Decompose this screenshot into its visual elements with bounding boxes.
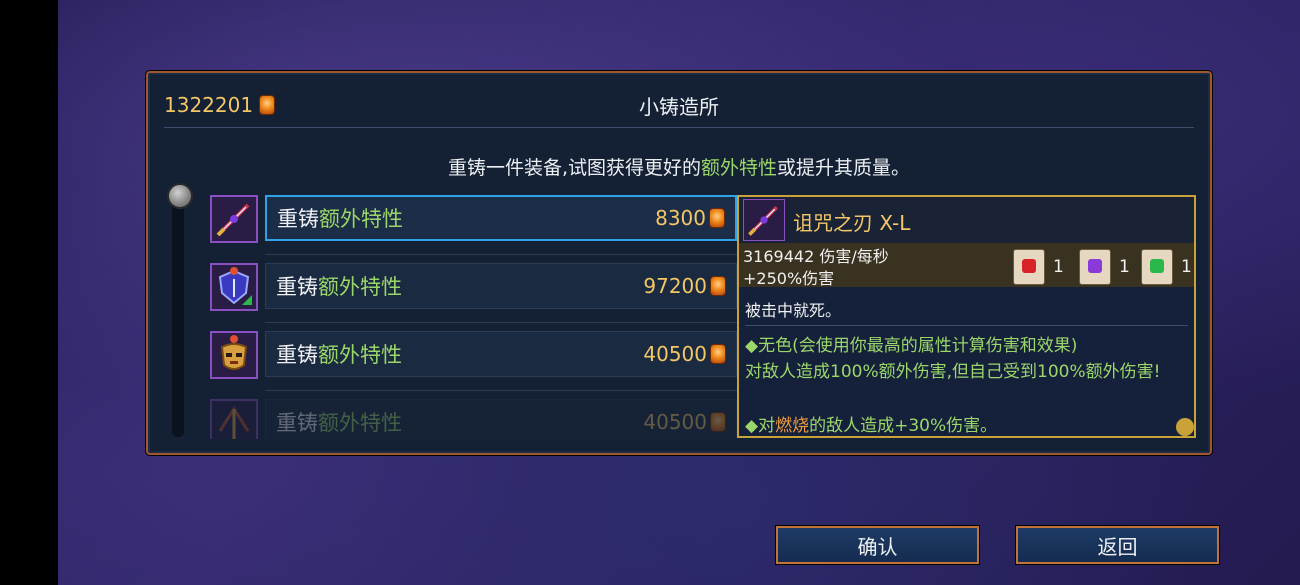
shield-icon <box>210 263 258 311</box>
item-dps: 3169442 伤害/每秒 <box>743 247 889 266</box>
affix-line: ◆无色(会使用你最高的属性计算伤害和效果) <box>745 336 1078 356</box>
affix-line: 对敌人造成100%额外伤害,但自己受到100%额外伤害! <box>745 362 1161 382</box>
description: 重铸一件装备,试图获得更好的额外特性或提升其质量。 <box>447 157 911 179</box>
reforge-row[interactable]: 重铸额外特性 40500 <box>210 329 740 385</box>
title-divider <box>164 127 1194 128</box>
letterbox-bar <box>0 0 58 585</box>
confirm-button[interactable]: 确认 <box>775 525 980 565</box>
tooltip-corner-ornament <box>1176 418 1194 436</box>
brutality-scroll-icon <box>1013 249 1045 285</box>
reforge-button[interactable]: 重铸额外特性 97200 <box>265 263 737 309</box>
row-label: 重铸额外特性 <box>276 343 402 367</box>
back-button[interactable]: 返回 <box>1015 525 1220 565</box>
reforge-button-selected[interactable]: 重铸额外特性 8300 <box>265 195 737 241</box>
tooltip-header: 诅咒之刃 X-L <box>739 197 1194 243</box>
row-cost: 40500 <box>643 342 726 366</box>
cursed-sword-icon <box>743 199 785 241</box>
tooltip-divider <box>745 325 1188 326</box>
tactics-scroll: 1 <box>1079 249 1130 285</box>
survival-scroll: 1 <box>1141 249 1192 285</box>
crossbow-icon <box>210 399 258 439</box>
affix-line: ◆对燃烧的敌人造成+30%伤害。 <box>745 416 998 436</box>
cursed-sword-icon <box>210 195 258 243</box>
reforge-list: 重铸额外特性 8300 重铸额外特性 97200 重铸额外特性 40500 重铸… <box>210 193 740 439</box>
row-cost: 8300 <box>655 206 725 230</box>
row-cost: 40500 <box>643 410 726 434</box>
panel-title: 小铸造所 <box>639 95 719 119</box>
cell-icon <box>709 208 725 228</box>
item-tooltip: 诅咒之刃 X-L 3169442 伤害/每秒 +250%伤害 1 1 1 被击中… <box>737 195 1196 438</box>
row-label: 重铸额外特性 <box>276 411 402 435</box>
row-divider <box>265 254 737 255</box>
row-label: 重铸额外特性 <box>277 207 403 231</box>
mask-icon <box>210 331 258 379</box>
cell-icon <box>710 276 726 296</box>
item-effect: 被击中就死。 <box>745 301 842 320</box>
row-divider <box>265 390 737 391</box>
cell-icon <box>710 412 726 432</box>
reforge-row[interactable]: 重铸额外特性 8300 <box>210 193 740 249</box>
cell-icon <box>710 344 726 364</box>
item-name: 诅咒之刃 X-L <box>793 211 911 235</box>
tactics-scroll-icon <box>1079 249 1111 285</box>
row-cost: 97200 <box>643 274 726 298</box>
scrollbar-thumb[interactable] <box>167 183 193 209</box>
survival-scroll-icon <box>1141 249 1173 285</box>
item-damage-bonus: +250%伤害 <box>743 269 835 288</box>
row-divider <box>265 322 737 323</box>
reforge-button[interactable]: 重铸额外特性 40500 <box>265 331 737 377</box>
reforge-row[interactable]: 重铸额外特性 40500 <box>210 397 740 439</box>
reforge-button[interactable]: 重铸额外特性 40500 <box>265 399 737 439</box>
brutality-scroll: 1 <box>1013 249 1064 285</box>
reforge-row[interactable]: 重铸额外特性 97200 <box>210 261 740 317</box>
row-label: 重铸额外特性 <box>276 275 402 299</box>
item-stats: 3169442 伤害/每秒 +250%伤害 1 1 1 <box>739 243 1194 288</box>
list-scrollbar[interactable] <box>172 185 184 437</box>
